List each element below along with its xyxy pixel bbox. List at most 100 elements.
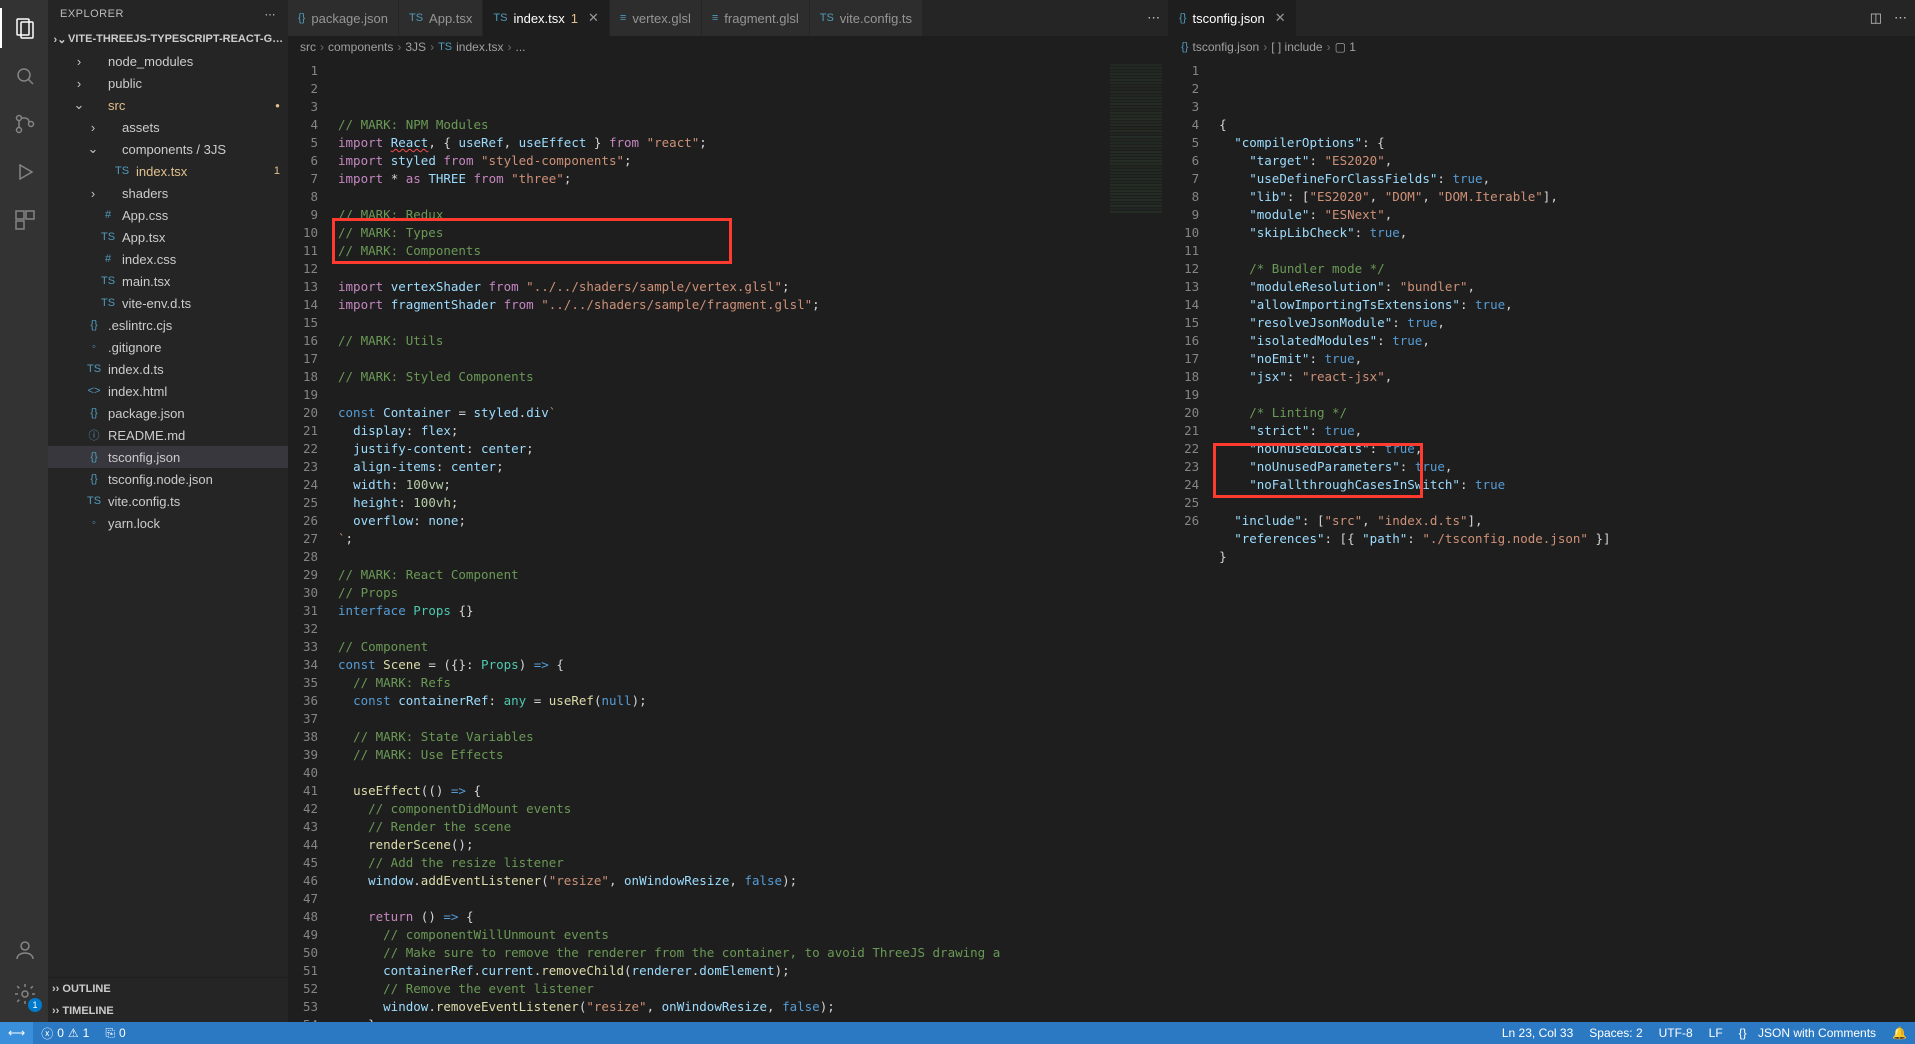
tab-package-json[interactable]: {}package.json — [288, 0, 399, 36]
code-line[interactable]: "noFallthroughCasesInSwitch": true — [1213, 476, 1915, 494]
code-line[interactable]: // Render the scene — [332, 818, 1168, 836]
breadcrumb-segment[interactable]: 3JS — [405, 40, 426, 54]
file-tsconfig-json[interactable]: {}tsconfig.json — [48, 446, 288, 468]
code-line[interactable]: import fragmentShader from "../../shader… — [332, 296, 1168, 314]
code-line[interactable]: "include": ["src", "index.d.ts"], — [1213, 512, 1915, 530]
code-body-left[interactable]: // MARK: NPM Modulesimport React, { useR… — [332, 58, 1168, 1022]
code-line[interactable]: "skipLibCheck": true, — [1213, 224, 1915, 242]
folder-assets[interactable]: ›assets — [48, 116, 288, 138]
status-cursor[interactable]: Ln 23, Col 33 — [1494, 1022, 1581, 1044]
file-readme-md[interactable]: ⓘREADME.md — [48, 424, 288, 446]
code-line[interactable]: { — [1213, 116, 1915, 134]
source-control-icon[interactable] — [0, 104, 48, 144]
code-line[interactable]: `; — [332, 530, 1168, 548]
breadcrumb-segment[interactable]: index.tsx — [456, 40, 503, 54]
breadcrumb-segment[interactable]: src — [300, 40, 316, 54]
code-line[interactable]: import vertexShader from "../../shaders/… — [332, 278, 1168, 296]
code-line[interactable] — [332, 386, 1168, 404]
folder-public[interactable]: ›public — [48, 72, 288, 94]
code-line[interactable]: // Remove the event listener — [332, 980, 1168, 998]
code-line[interactable]: // MARK: Utils — [332, 332, 1168, 350]
tab-tsconfig-json[interactable]: {}tsconfig.json✕ — [1169, 0, 1297, 36]
code-line[interactable]: import * as THREE from "three"; — [332, 170, 1168, 188]
status-indent[interactable]: Spaces: 2 — [1581, 1022, 1650, 1044]
breadcrumb-left[interactable]: src › components › 3JS ›TS index.tsx › .… — [288, 36, 1168, 58]
breadcrumb-segment[interactable]: ▢ 1 — [1335, 40, 1356, 54]
code-line[interactable]: "strict": true, — [1213, 422, 1915, 440]
code-line[interactable]: "noUnusedParameters": true, — [1213, 458, 1915, 476]
code-line[interactable]: const containerRef: any = useRef(null); — [332, 692, 1168, 710]
code-line[interactable] — [332, 260, 1168, 278]
status-notifications-icon[interactable]: 🔔 — [1884, 1022, 1915, 1044]
code-editor-left[interactable]: 1234567891011121314151617181920212223242… — [288, 58, 1168, 1022]
code-line[interactable] — [332, 620, 1168, 638]
code-line[interactable]: // MARK: NPM Modules — [332, 116, 1168, 134]
status-eol[interactable]: LF — [1701, 1022, 1731, 1044]
code-line[interactable]: justify-content: center; — [332, 440, 1168, 458]
tab-overflow-icon[interactable]: ⋯ — [1147, 10, 1160, 26]
run-debug-icon[interactable] — [0, 152, 48, 192]
code-line[interactable]: // MARK: Redux — [332, 206, 1168, 224]
code-line[interactable]: "moduleResolution": "bundler", — [1213, 278, 1915, 296]
code-line[interactable]: display: flex; — [332, 422, 1168, 440]
tab-index-tsx[interactable]: TSindex.tsx1✕ — [483, 0, 610, 36]
code-line[interactable]: // MARK: Types — [332, 224, 1168, 242]
file-index-d-ts[interactable]: TSindex.d.ts — [48, 358, 288, 380]
code-line[interactable]: window.removeEventListener("resize", onW… — [332, 998, 1168, 1016]
status-ports[interactable]: ⎘0 — [97, 1022, 133, 1044]
code-line[interactable] — [332, 710, 1168, 728]
status-encoding[interactable]: UTF-8 — [1651, 1022, 1701, 1044]
project-header[interactable]: ⌄ VITE-THREEJS-TYPESCRIPT-REACT-GL... — [48, 28, 288, 50]
tab-vertex-glsl[interactable]: ≡vertex.glsl — [610, 0, 702, 36]
code-line[interactable] — [332, 188, 1168, 206]
status-language[interactable]: {} JSON with Comments — [1731, 1022, 1884, 1044]
breadcrumb-segment[interactable]: ... — [515, 40, 525, 54]
file-main-tsx[interactable]: TSmain.tsx — [48, 270, 288, 292]
tab-fragment-glsl[interactable]: ≡fragment.glsl — [702, 0, 810, 36]
code-line[interactable]: align-items: center; — [332, 458, 1168, 476]
code-editor-right[interactable]: 1234567891011121314151617181920212223242… — [1169, 58, 1915, 1022]
code-line[interactable]: import React, { useRef, useEffect } from… — [332, 134, 1168, 152]
code-line[interactable]: // MARK: Styled Components — [332, 368, 1168, 386]
extensions-icon[interactable] — [0, 200, 48, 240]
close-icon[interactable]: ✕ — [1275, 10, 1286, 26]
code-line[interactable]: "allowImportingTsExtensions": true, — [1213, 296, 1915, 314]
code-line[interactable] — [1213, 242, 1915, 260]
code-line[interactable]: // MARK: State Variables — [332, 728, 1168, 746]
code-line[interactable]: "resolveJsonModule": true, — [1213, 314, 1915, 332]
file-app-css[interactable]: #App.css — [48, 204, 288, 226]
code-line[interactable]: // Make sure to remove the renderer from… — [332, 944, 1168, 962]
code-line[interactable]: // MARK: Refs — [332, 674, 1168, 692]
code-line[interactable]: /* Bundler mode */ — [1213, 260, 1915, 278]
file-tsconfig-node-json[interactable]: {}tsconfig.node.json — [48, 468, 288, 490]
folder-node_modules[interactable]: ›node_modules — [48, 50, 288, 72]
code-line[interactable] — [332, 350, 1168, 368]
status-problems[interactable]: ⓧ0 ⚠1 — [33, 1022, 97, 1044]
settings-icon[interactable] — [0, 974, 48, 1014]
breadcrumb-segment[interactable]: tsconfig.json — [1192, 40, 1259, 54]
code-line[interactable]: "useDefineForClassFields": true, — [1213, 170, 1915, 188]
file-package-json[interactable]: {}package.json — [48, 402, 288, 424]
code-line[interactable]: containerRef.current.removeChild(rendere… — [332, 962, 1168, 980]
timeline-header[interactable]: › TIMELINE — [48, 1000, 288, 1022]
code-line[interactable]: "noUnusedLocals": true, — [1213, 440, 1915, 458]
code-line[interactable]: // MARK: React Component — [332, 566, 1168, 584]
code-line[interactable]: useEffect(() => { — [332, 782, 1168, 800]
folder-components-3js[interactable]: ⌄components / 3JS — [48, 138, 288, 160]
outline-header[interactable]: › OUTLINE — [48, 978, 288, 1000]
code-line[interactable]: renderScene(); — [332, 836, 1168, 854]
accounts-icon[interactable] — [0, 930, 48, 970]
file-app-tsx[interactable]: TSApp.tsx — [48, 226, 288, 248]
folder-shaders[interactable]: ›shaders — [48, 182, 288, 204]
code-body-right[interactable]: { "compilerOptions": { "target": "ES2020… — [1213, 58, 1915, 1022]
breadcrumb-segment[interactable]: components — [328, 40, 393, 54]
code-line[interactable] — [332, 764, 1168, 782]
code-line[interactable] — [332, 314, 1168, 332]
code-line[interactable]: } — [1213, 548, 1915, 566]
code-line[interactable]: /* Linting */ — [1213, 404, 1915, 422]
code-line[interactable]: "target": "ES2020", — [1213, 152, 1915, 170]
code-line[interactable]: "lib": ["ES2020", "DOM", "DOM.Iterable"]… — [1213, 188, 1915, 206]
tab-vite-config-ts[interactable]: TSvite.config.ts — [810, 0, 923, 36]
tab-overflow-icon[interactable]: ⋯ — [1894, 10, 1907, 26]
breadcrumb-right[interactable]: {} tsconfig.json › [ ] include › ▢ 1 — [1169, 36, 1915, 58]
